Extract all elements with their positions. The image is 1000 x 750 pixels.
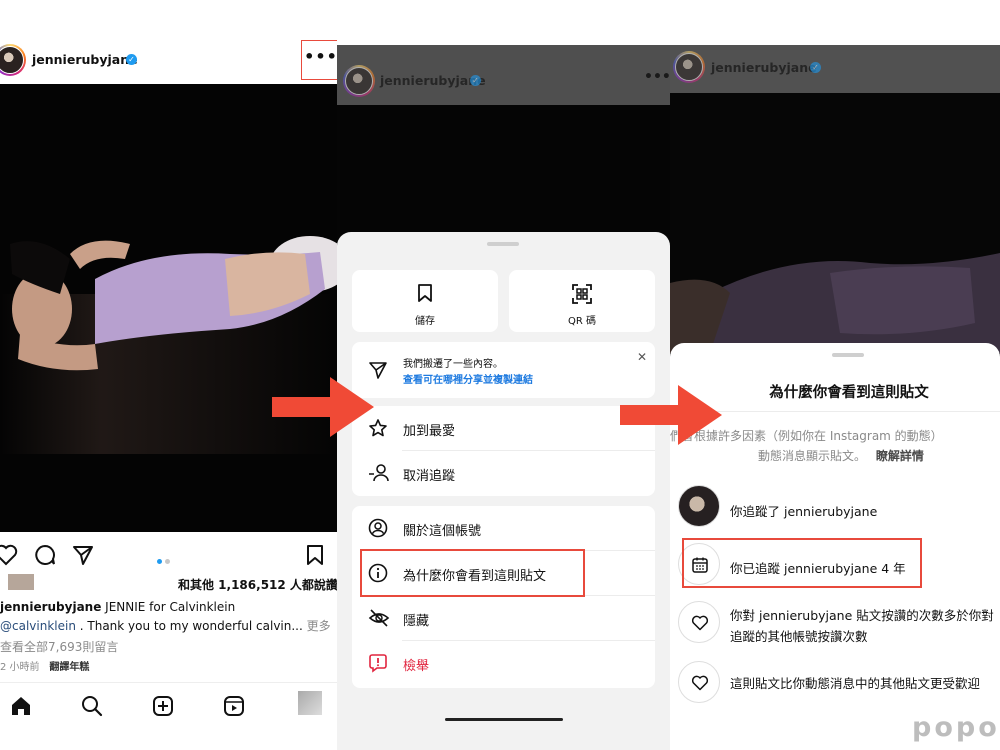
highlight-frame — [682, 538, 922, 588]
translate-link[interactable]: 翻譯年糕 — [49, 662, 89, 673]
notice-link[interactable]: 查看可在哪裡分享並複製連結 — [403, 371, 533, 386]
liker-avatar[interactable] — [8, 574, 34, 590]
hide-icon — [368, 609, 390, 627]
notice-text: 我們搬遷了一些內容。 — [403, 359, 503, 370]
watermark: popo — [912, 712, 1000, 743]
reason-likes-comparison: 你對 jennierubyjane 貼文按讚的次數多於你對 — [730, 608, 994, 623]
view-comments-link[interactable]: 查看全部7,693則留言 — [0, 638, 118, 655]
reason-following: 你追蹤了 jennierubyjane — [730, 504, 878, 519]
sheet-description-2: 動態消息顯示貼文。 瞭解詳情 — [758, 447, 924, 464]
verified-badge-icon: ✓ — [126, 54, 137, 65]
reason-heart-badge — [678, 601, 720, 643]
options-group-1: 加到最愛 取消追蹤 — [352, 406, 655, 496]
caption-text: JENNIE for Calvinklein — [101, 600, 236, 614]
caption-line-1: jennierubyjane JENNIE for Calvinklein — [0, 600, 235, 614]
caption-line-2: @calvinklein . Thank you to my wonderful… — [0, 617, 331, 634]
unfollow-icon — [369, 464, 389, 482]
post-actions — [0, 540, 337, 570]
arrow-right-icon — [272, 377, 374, 437]
why-seeing-post-panel: jennierubyjane ✓ 為什麼你會看到這則貼文 們會根據許多因素（例如… — [670, 0, 1000, 750]
post-username: jennierubyjane — [711, 60, 817, 75]
unfollow-label: 取消追蹤 — [403, 469, 456, 484]
home-icon[interactable] — [10, 695, 32, 717]
new-post-icon[interactable] — [152, 695, 174, 717]
more-options-button[interactable]: ••• — [301, 40, 337, 80]
post-username[interactable]: jennierubyjane — [32, 52, 138, 67]
close-icon[interactable]: ✕ — [637, 350, 647, 364]
save-label: 儲存 — [415, 316, 435, 327]
reason-likes-comparison-2: 追蹤的其他帳號按讚次數 — [730, 629, 868, 644]
bottom-nav — [0, 682, 337, 732]
mention-link[interactable]: @calvinklein — [0, 619, 76, 633]
learn-more-link[interactable]: 瞭解詳情 — [876, 449, 924, 463]
moved-content-notice: 我們搬遷了一些內容。 查看可在哪裡分享並複製連結 ✕ — [352, 342, 655, 398]
verified-badge-icon: ✓ — [470, 75, 481, 86]
sheet-grabber[interactable] — [487, 242, 519, 246]
avatar — [673, 51, 705, 83]
post-header: jennierubyjane ✓ ••• — [0, 40, 337, 84]
dimmed-post-header: jennierubyjane ✓ ••• — [337, 45, 670, 105]
highlight-frame — [360, 549, 585, 597]
heart-icon[interactable] — [0, 544, 18, 566]
unfollow-row[interactable]: 取消追蹤 — [352, 451, 655, 496]
avatar — [343, 65, 375, 97]
caption-more-link[interactable]: 更多 — [307, 619, 331, 633]
dimmed-post-header: jennierubyjane ✓ — [670, 45, 1000, 93]
report-label: 檢舉 — [403, 659, 430, 674]
home-indicator — [445, 718, 563, 721]
likes-count[interactable]: 和其他 1,186,512 人都說讚 — [178, 576, 337, 593]
likes-row: 和其他 1,186,512 人都說讚 — [8, 574, 337, 592]
report-icon — [369, 654, 387, 673]
about-account-row[interactable]: 關於這個帳號 — [352, 506, 655, 551]
reason-heart-badge-2 — [678, 661, 720, 703]
qr-code-icon — [572, 284, 592, 304]
comment-icon[interactable] — [34, 544, 56, 566]
verified-badge-icon: ✓ — [810, 62, 821, 73]
account-icon — [368, 518, 388, 538]
report-row[interactable]: 檢舉 — [352, 641, 655, 686]
reason-avatar — [678, 485, 720, 527]
hide-row[interactable]: 隱藏 — [352, 596, 655, 641]
options-sheet-panel: jennierubyjane ✓ ••• 儲存 QR 碼 我們搬遷了一些內容。 … — [337, 0, 670, 750]
more-options-icon: ••• — [644, 69, 670, 85]
sheet-description-text: 動態消息顯示貼文。 — [758, 449, 867, 463]
options-sheet: 儲存 QR 碼 我們搬遷了一些內容。 查看可在哪裡分享並複製連結 ✕ 加到最愛 … — [337, 232, 670, 750]
save-tile-button[interactable]: 儲存 — [352, 270, 498, 332]
arrow-right-icon — [620, 385, 722, 445]
share-icon[interactable] — [72, 544, 94, 566]
profile-avatar[interactable] — [298, 691, 322, 715]
heart-icon — [691, 675, 709, 691]
carousel-dots — [157, 549, 173, 568]
add-to-favorites-label: 加到最愛 — [403, 424, 456, 439]
caption-rest: . Thank you to my wonderful calvin... — [75, 619, 303, 633]
qr-code-label: QR 碼 — [568, 316, 596, 327]
time-ago: 2 小時前 — [0, 662, 40, 673]
sheet-grabber[interactable] — [832, 353, 864, 357]
search-icon[interactable] — [81, 695, 103, 717]
add-to-favorites-row[interactable]: 加到最愛 — [352, 406, 655, 451]
avatar[interactable] — [0, 44, 26, 76]
reason-popularity: 這則貼文比你動態消息中的其他貼文更受歡迎 — [730, 676, 981, 691]
heart-icon — [691, 615, 709, 631]
post-photo[interactable] — [0, 84, 337, 532]
bookmark-icon[interactable] — [305, 544, 325, 566]
qr-code-tile-button[interactable]: QR 碼 — [509, 270, 655, 332]
post-meta: 2 小時前 翻譯年糕 — [0, 658, 89, 673]
about-account-label: 關於這個帳號 — [403, 524, 482, 539]
hide-label: 隱藏 — [403, 614, 430, 629]
bookmark-icon — [418, 284, 432, 302]
reels-icon[interactable] — [223, 695, 245, 717]
caption-username[interactable]: jennierubyjane — [0, 600, 101, 614]
options-group-2: 關於這個帳號 為什麼你會看到這則貼文 隱藏 檢舉 — [352, 506, 655, 688]
